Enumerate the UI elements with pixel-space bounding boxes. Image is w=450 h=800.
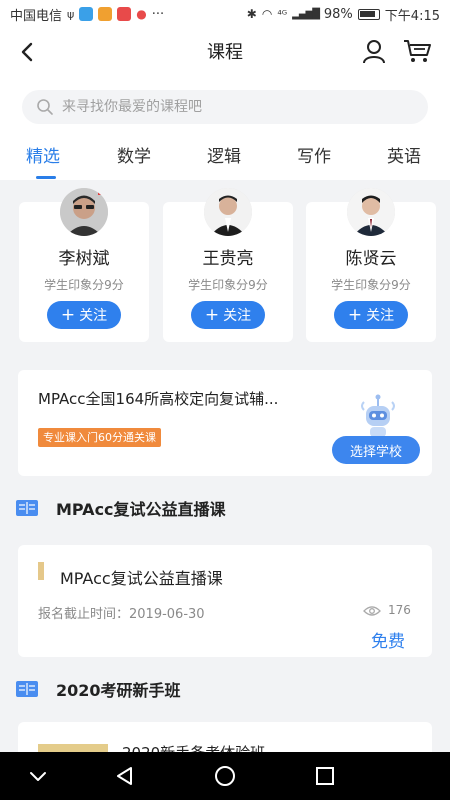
book-icon xyxy=(16,681,38,697)
search-input[interactable] xyxy=(62,99,382,115)
teacher-avatar xyxy=(347,188,395,236)
plus-icon: + xyxy=(347,305,363,325)
teacher-card[interactable]: 王贵亮 学生印象分9分 + 关注 xyxy=(163,188,293,342)
teacher-score: 学生印象分9分 xyxy=(44,278,124,292)
teacher-name: 王贵亮 xyxy=(202,249,254,269)
battery-percent: 98% xyxy=(323,6,353,22)
robot-icon xyxy=(361,394,395,437)
eye-icon xyxy=(363,606,381,616)
bluetooth-icon: ✱ xyxy=(246,7,257,21)
tab-featured[interactable]: 精选 xyxy=(26,142,60,167)
category-tabs: 精选 数学 逻辑 写作 英语 xyxy=(0,136,450,180)
follow-button[interactable]: + 关注 xyxy=(191,301,265,329)
search-bar[interactable] xyxy=(22,90,428,124)
user-icon[interactable] xyxy=(360,37,388,65)
app-icon xyxy=(98,7,113,21)
course-accent-bar xyxy=(38,562,44,580)
app-icon-2 xyxy=(117,7,132,21)
carrier-label: 中国电信 xyxy=(10,8,63,24)
battery-icon xyxy=(357,8,380,20)
app-header: 课程 xyxy=(0,28,450,74)
status-bar: 中国电信 ψ ● ··· ✱ ◠ ⁴ᴳ ▂▄▆█ 98% 下午4:15 xyxy=(0,0,450,28)
back-icon[interactable] xyxy=(14,38,42,66)
school-select-card[interactable]: MPAcc全国164所高校定向复试辅... 专业课入门60分通关课 选择学校 xyxy=(18,370,432,476)
follow-label: 关注 xyxy=(366,308,395,324)
section-header: MPAcc复试公益直播课 xyxy=(16,496,226,520)
more-icon: ··· xyxy=(151,6,165,22)
home-circle-icon[interactable] xyxy=(213,764,237,788)
teacher-avatar xyxy=(60,188,108,236)
teacher-name: 陈贤云 xyxy=(345,249,397,269)
recent-apps-icon[interactable] xyxy=(313,764,337,788)
tab-writing[interactable]: 写作 xyxy=(297,142,331,167)
chevron-down-icon[interactable] xyxy=(26,764,50,788)
search-icon xyxy=(37,99,53,115)
wifi-icon: ◠ xyxy=(261,7,273,21)
teacher-score: 学生印象分9分 xyxy=(331,278,411,292)
teacher-avatar xyxy=(204,188,252,236)
section-title: 2020考研新手班 xyxy=(56,681,181,700)
tab-math[interactable]: 数学 xyxy=(117,142,151,167)
price-label: 免费 xyxy=(371,632,405,652)
plus-icon: + xyxy=(204,305,220,325)
cart-icon[interactable] xyxy=(402,37,432,65)
book-icon xyxy=(16,500,38,516)
teacher-card[interactable]: 李树斌 学生印象分9分 + 关注 xyxy=(19,188,149,342)
follow-label: 关注 xyxy=(223,308,252,324)
course-tag: 专业课入门60分通关课 xyxy=(38,428,161,447)
active-tab-indicator xyxy=(36,176,56,179)
view-count: 176 xyxy=(388,603,411,617)
follow-button[interactable]: + 关注 xyxy=(334,301,408,329)
search-section xyxy=(0,74,450,136)
course-title: MPAcc复试公益直播课 xyxy=(60,569,223,588)
tab-logic[interactable]: 逻辑 xyxy=(207,142,241,167)
course-card[interactable]: MPAcc复试公益直播课 报名截止时间：2019-06-30 176 免费 xyxy=(18,545,432,657)
signal-bars-icon: ▂▄▆█ xyxy=(292,8,320,20)
plus-icon: + xyxy=(60,305,76,325)
location-icon: ● xyxy=(136,7,147,21)
signal-icon: ⁴ᴳ xyxy=(277,7,288,21)
follow-button[interactable]: + 关注 xyxy=(47,301,121,329)
section-title: MPAcc复试公益直播课 xyxy=(56,500,226,519)
school-card-title: MPAcc全国164所高校定向复试辅... xyxy=(38,390,279,408)
tab-english[interactable]: 英语 xyxy=(387,142,421,167)
choose-school-button[interactable]: 选择学校 xyxy=(332,436,420,464)
usb-icon: ψ xyxy=(67,7,75,21)
teacher-score: 学生印象分9分 xyxy=(188,278,268,292)
clock: 下午4:15 xyxy=(384,8,440,24)
teacher-name: 李树斌 xyxy=(58,249,110,269)
page-title: 课程 xyxy=(207,42,243,63)
system-nav-bar xyxy=(0,752,450,800)
paper-plane-icon xyxy=(79,7,94,21)
teacher-card[interactable]: 陈贤云 学生印象分9分 + 关注 xyxy=(306,188,436,342)
back-triangle-icon[interactable] xyxy=(113,764,137,788)
course-deadline: 报名截止时间：2019-06-30 xyxy=(38,607,205,622)
follow-label: 关注 xyxy=(79,308,108,324)
section-header: 2020考研新手班 xyxy=(16,677,181,701)
